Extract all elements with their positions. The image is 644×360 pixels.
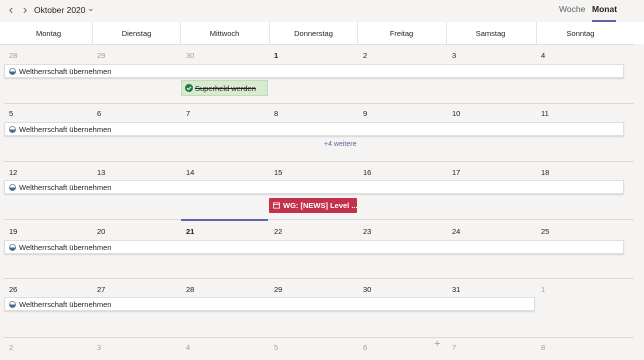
day-number[interactable]: 16 — [363, 168, 371, 177]
calendar-event[interactable]: Weltherrschaft übernehmen — [4, 297, 535, 311]
day-number[interactable]: 2 — [363, 51, 367, 60]
scroll-gutter — [634, 44, 644, 360]
calendar-event[interactable]: Weltherrschaft übernehmen — [4, 240, 624, 254]
day-number[interactable]: 1 — [274, 51, 278, 60]
day-number[interactable]: 6 — [363, 343, 367, 352]
event-title: Weltherrschaft übernehmen — [19, 183, 112, 192]
day-number[interactable]: 29 — [274, 285, 282, 294]
day-number[interactable]: 3 — [97, 343, 101, 352]
day-number[interactable]: 8 — [541, 343, 545, 352]
tab-week[interactable]: Woche — [559, 4, 585, 14]
event-title: Weltherrschaft übernehmen — [19, 300, 112, 309]
weekday-label: Montag — [35, 29, 62, 38]
day-number[interactable]: 7 — [452, 343, 456, 352]
day-number[interactable]: 27 — [97, 285, 105, 294]
tab-month[interactable]: Monat — [592, 4, 617, 14]
plus-icon[interactable]: + — [434, 338, 440, 350]
day-number[interactable]: 8 — [274, 109, 278, 118]
column-divider — [536, 22, 537, 44]
day-number[interactable]: 6 — [97, 109, 101, 118]
month-label[interactable]: Oktober 2020 — [34, 5, 86, 15]
day-number[interactable]: 3 — [452, 51, 456, 60]
day-number[interactable]: 25 — [541, 227, 549, 236]
calendar-toolbar: ‹ › Oktober 2020 ⌄ Woche Monat — [0, 0, 644, 22]
day-number[interactable]: 5 — [274, 343, 278, 352]
day-number[interactable]: 12 — [9, 168, 17, 177]
half-circle-icon — [9, 301, 16, 308]
day-number[interactable]: 5 — [9, 109, 13, 118]
day-number[interactable]: 26 — [9, 285, 17, 294]
day-number[interactable]: 7 — [186, 109, 190, 118]
chevron-down-icon[interactable]: ⌄ — [87, 3, 95, 14]
check-circle-icon — [185, 84, 193, 92]
day-number[interactable]: 24 — [452, 227, 460, 236]
day-number[interactable]: 4 — [186, 343, 190, 352]
calendar-event[interactable]: Weltherrschaft übernehmen — [4, 122, 624, 136]
event-title: Weltherrschaft übernehmen — [19, 243, 112, 252]
half-circle-icon — [9, 68, 16, 75]
event-title: Weltherrschaft übernehmen — [19, 67, 112, 76]
day-number[interactable]: 2 — [9, 343, 13, 352]
column-divider — [357, 22, 358, 44]
weekday-label: Samstag — [475, 29, 506, 38]
weekday-header: Montag Dienstag Mittwoch Donnerstag Frei… — [0, 22, 644, 45]
day-number[interactable]: 13 — [97, 168, 105, 177]
day-number[interactable]: 14 — [186, 168, 194, 177]
more-events-link[interactable]: +4 weitere — [324, 141, 357, 148]
calendar-event-icon — [273, 202, 280, 209]
calendar-event[interactable]: Weltherrschaft übernehmen — [4, 64, 624, 78]
weekday-label: Freitag — [389, 29, 414, 38]
weekday-label: Dienstag — [121, 29, 152, 38]
day-number[interactable]: 23 — [363, 227, 371, 236]
column-divider — [92, 22, 93, 44]
weekday-label: Mittwoch — [209, 29, 240, 38]
event-title: Weltherrschaft übernehmen — [19, 125, 112, 134]
day-number[interactable]: 15 — [274, 168, 282, 177]
day-number[interactable]: 4 — [541, 51, 545, 60]
day-number[interactable]: 30 — [363, 285, 371, 294]
event-title: Superheld werden — [195, 84, 256, 93]
calendar-event[interactable]: Weltherrschaft übernehmen — [4, 180, 624, 194]
day-number[interactable]: 22 — [274, 227, 282, 236]
day-number[interactable]: 30 — [186, 51, 194, 60]
day-number[interactable]: 1 — [541, 285, 545, 294]
completed-event[interactable]: Superheld werden — [181, 80, 268, 96]
day-number[interactable]: 28 — [9, 51, 17, 60]
day-number[interactable]: 10 — [452, 109, 460, 118]
day-number[interactable]: 28 — [186, 285, 194, 294]
event-title: WG: [NEWS] Level ... — [283, 201, 358, 210]
today-indicator — [181, 219, 268, 221]
column-divider — [180, 22, 181, 44]
day-number[interactable]: 11 — [541, 109, 549, 118]
week-divider — [4, 103, 634, 104]
half-circle-icon — [9, 244, 16, 251]
weekday-label: Sonntag — [566, 29, 595, 38]
column-divider — [269, 22, 270, 44]
week-divider — [4, 219, 634, 220]
day-number[interactable]: 20 — [97, 227, 105, 236]
day-number[interactable]: 29 — [97, 51, 105, 60]
column-divider — [446, 22, 447, 44]
day-number[interactable]: 31 — [452, 285, 460, 294]
half-circle-icon — [9, 184, 16, 191]
day-number[interactable]: 9 — [363, 109, 367, 118]
chevron-left-icon[interactable]: ‹ — [5, 3, 17, 17]
day-number[interactable]: 18 — [541, 168, 549, 177]
day-number[interactable]: 17 — [452, 168, 460, 177]
week-divider — [4, 337, 634, 338]
half-circle-icon — [9, 126, 16, 133]
day-number[interactable]: 21 — [186, 227, 194, 236]
weekday-label: Donnerstag — [294, 29, 333, 38]
red-event[interactable]: WG: [NEWS] Level ... — [269, 198, 358, 213]
day-number[interactable]: 19 — [9, 227, 17, 236]
week-divider — [4, 161, 634, 162]
chevron-right-icon[interactable]: › — [19, 3, 31, 17]
week-divider — [4, 278, 634, 279]
